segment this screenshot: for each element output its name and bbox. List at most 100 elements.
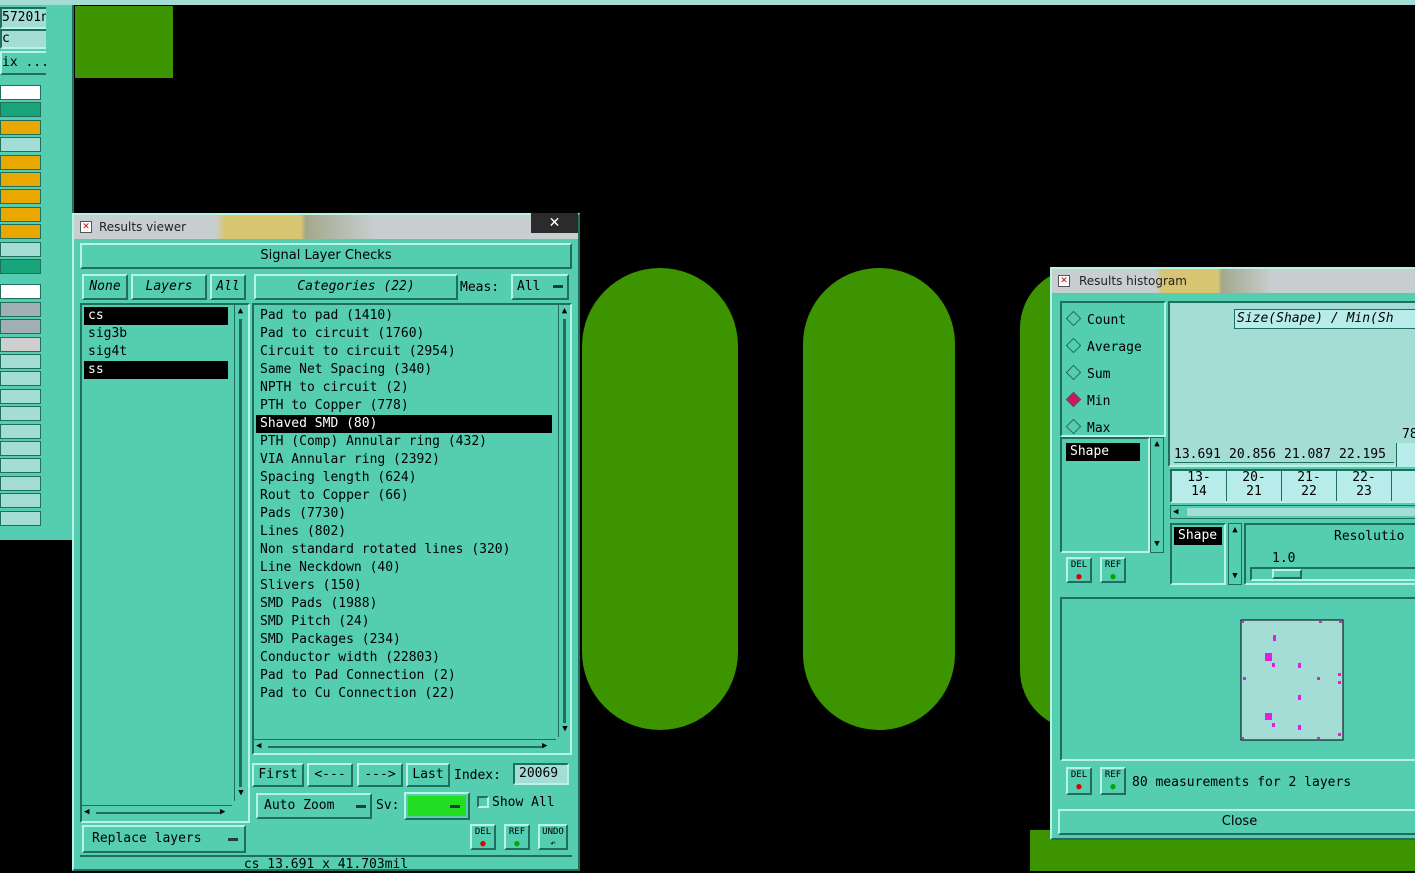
layer-row[interactable] — [0, 319, 41, 335]
histogram-bin[interactable]: 21- 22 — [1282, 471, 1337, 501]
layer-row[interactable] — [0, 241, 41, 257]
layer-row[interactable] — [0, 354, 41, 369]
layer-row[interactable] — [0, 475, 41, 491]
category-list-item[interactable]: Non standard rotated lines (320) — [256, 541, 552, 559]
scroll-right-arrow-icon[interactable]: ▶ — [220, 806, 225, 818]
ref-icon[interactable]: REF ● — [1100, 557, 1126, 583]
category-list-item[interactable]: Spacing length (624) — [256, 469, 552, 487]
layer-row[interactable] — [0, 336, 41, 352]
layer-row[interactable] — [0, 172, 41, 187]
last-button[interactable]: Last — [406, 763, 450, 787]
layer-list-item[interactable]: ss — [84, 361, 228, 379]
histogram-bin[interactable]: 20- 21 — [1227, 471, 1282, 501]
category-list-item[interactable]: Pad to circuit (1760) — [256, 325, 552, 343]
category-list-item[interactable]: SMD Pads (1988) — [256, 595, 552, 613]
category-list-item[interactable]: PTH to Copper (778) — [256, 397, 552, 415]
results-viewer-titlebar[interactable]: ✕ Results viewer — [74, 215, 578, 239]
layer-row[interactable] — [0, 493, 41, 509]
histogram-bin[interactable]: 13- 14 — [1172, 471, 1227, 501]
category-list-item[interactable]: SMD Pitch (24) — [256, 613, 552, 631]
layer-row[interactable] — [0, 206, 41, 222]
layer-row[interactable] — [0, 510, 41, 526]
resolution-slider-thumb[interactable] — [1272, 569, 1302, 579]
results-histogram-titlebar[interactable]: ✕ Results histogram — [1052, 269, 1415, 293]
category-list-item[interactable]: Conductor width (22803) — [256, 649, 552, 667]
ref-icon[interactable]: REF ● — [504, 824, 530, 850]
bin-attribute-scrollbar[interactable]: ▲ ▼ — [1228, 523, 1242, 585]
histogram-mode-radio[interactable]: Min — [1065, 388, 1164, 415]
histogram-mode-radio[interactable]: Count — [1065, 307, 1164, 334]
layer-row[interactable] — [0, 189, 41, 205]
first-button[interactable]: First — [252, 763, 304, 787]
auto-zoom-dropdown[interactable]: Auto Zoom — [256, 793, 372, 819]
scroll-down-arrow-icon[interactable]: ▼ — [559, 723, 571, 735]
layer-row[interactable] — [0, 154, 41, 170]
layer-row[interactable] — [0, 102, 41, 118]
scroll-track[interactable] — [239, 319, 242, 787]
layers-scrollbar[interactable]: ▲ ▼ — [234, 305, 246, 801]
meas-dropdown[interactable]: All — [511, 274, 569, 300]
layers-hscrollbar[interactable]: ◀ ▶ — [82, 805, 232, 819]
histogram-bin[interactable]: 7 — [1392, 471, 1415, 501]
previous-button[interactable]: <--- — [307, 763, 353, 787]
attribute-scrollbar[interactable]: ▲ ▼ — [1150, 437, 1164, 553]
histogram-mode-radio[interactable]: Sum — [1065, 361, 1164, 388]
layer-row[interactable] — [0, 284, 41, 300]
scroll-down-arrow-icon[interactable]: ▼ — [235, 787, 247, 799]
category-list-item[interactable]: Slivers (150) — [256, 577, 552, 595]
category-list-item[interactable]: Shaved SMD (80) — [256, 415, 552, 433]
close-window-button[interactable]: ✕ — [531, 213, 578, 233]
layer-row[interactable] — [0, 423, 41, 439]
categories-hscrollbar[interactable]: ◀ ▶ — [254, 739, 556, 753]
scroll-down-arrow-icon[interactable]: ▼ — [1151, 538, 1163, 550]
undo-icon[interactable]: UNDO ↶ — [538, 824, 568, 850]
attribute-list-item[interactable]: Shape — [1066, 443, 1140, 461]
close-button[interactable]: Close — [1058, 809, 1415, 835]
scroll-left-arrow-icon[interactable]: ◀ — [1173, 506, 1178, 518]
layers-all-button[interactable]: All — [210, 274, 246, 300]
del-icon[interactable]: DEL ● — [1066, 557, 1092, 583]
histogram-mode-radio[interactable]: Average — [1065, 334, 1164, 361]
layer-row[interactable] — [0, 85, 41, 100]
layer-row[interactable] — [0, 388, 41, 404]
sv-color-dropdown[interactable] — [404, 792, 470, 820]
category-list-item[interactable]: SMD Packages (234) — [256, 631, 552, 649]
layer-row[interactable] — [0, 371, 41, 387]
show-all-checkbox[interactable] — [477, 796, 489, 808]
hscroll-track[interactable] — [268, 746, 542, 748]
scroll-down-arrow-icon[interactable]: ▼ — [1229, 570, 1241, 582]
layer-row[interactable] — [0, 441, 41, 456]
index-field[interactable]: 20069 — [513, 763, 569, 785]
layer-row[interactable] — [0, 224, 41, 240]
layer-row[interactable] — [0, 406, 41, 422]
category-list-item[interactable]: Pad to Pad Connection (2) — [256, 667, 552, 685]
hscroll-thumb[interactable] — [1187, 508, 1415, 516]
category-list-item[interactable]: NPTH to circuit (2) — [256, 379, 552, 397]
category-list-item[interactable]: Pad to Cu Connection (22) — [256, 685, 552, 703]
scroll-up-arrow-icon[interactable]: ▲ — [559, 305, 570, 317]
scroll-left-arrow-icon[interactable]: ◀ — [84, 806, 89, 818]
layer-row[interactable] — [0, 119, 41, 135]
layer-list-item[interactable]: sig3b — [84, 325, 228, 343]
del-icon[interactable]: DEL ● — [470, 824, 496, 850]
scroll-up-arrow-icon[interactable]: ▲ — [1229, 524, 1241, 536]
category-list-item[interactable]: Lines (802) — [256, 523, 552, 541]
layer-list-item[interactable]: cs — [84, 307, 228, 325]
replace-layers-dropdown[interactable]: Replace layers — [82, 825, 246, 853]
scroll-right-arrow-icon[interactable]: ▶ — [542, 740, 547, 752]
category-list-item[interactable]: Pad to pad (1410) — [256, 307, 552, 325]
preview-map[interactable] — [1240, 619, 1344, 741]
category-list-item[interactable]: Line Neckdown (40) — [256, 559, 552, 577]
category-list-item[interactable]: Rout to Copper (66) — [256, 487, 552, 505]
categories-scrollbar[interactable]: ▲ ▼ — [558, 305, 570, 737]
scroll-track[interactable] — [563, 319, 566, 723]
layer-row[interactable] — [0, 259, 41, 274]
resolution-slider[interactable] — [1250, 567, 1415, 581]
category-list-item[interactable]: PTH (Comp) Annular ring (432) — [256, 433, 552, 451]
category-list-item[interactable]: VIA Annular ring (2392) — [256, 451, 552, 469]
bin-attribute-list-item[interactable]: Shape — [1174, 527, 1222, 545]
layer-row[interactable] — [0, 458, 41, 474]
hscroll-track[interactable] — [96, 812, 220, 814]
layers-none-button[interactable]: None — [82, 274, 128, 300]
layer-row[interactable] — [0, 301, 41, 317]
